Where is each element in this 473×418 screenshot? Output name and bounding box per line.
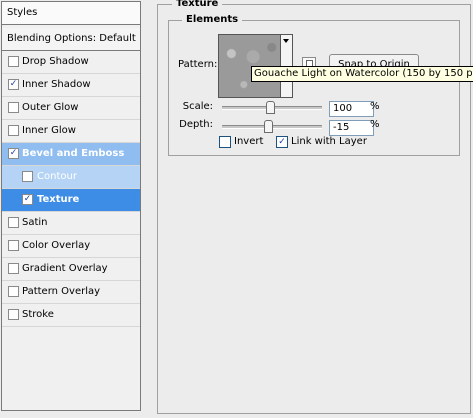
- color-overlay-checkbox[interactable]: [8, 240, 19, 251]
- scale-slider[interactable]: [222, 101, 322, 114]
- style-item-gradient-overlay[interactable]: Gradient Overlay: [2, 258, 140, 281]
- style-item-color-overlay[interactable]: Color Overlay: [2, 235, 140, 258]
- style-item-label: Outer Glow: [22, 102, 79, 113]
- depth-slider-thumb[interactable]: [264, 120, 273, 133]
- style-item-label: Contour: [37, 171, 77, 182]
- style-item-label: Inner Shadow: [22, 79, 91, 90]
- depth-slider[interactable]: [222, 120, 322, 133]
- outer-glow-checkbox[interactable]: [8, 102, 19, 113]
- style-item-label: Bevel and Emboss: [22, 148, 125, 159]
- style-item-inner-glow[interactable]: Inner Glow: [2, 120, 140, 143]
- bevel-and-emboss-checkbox[interactable]: ✓: [8, 148, 19, 159]
- style-item-texture[interactable]: ✓ Texture: [2, 189, 140, 212]
- inner-glow-checkbox[interactable]: [8, 125, 19, 136]
- chevron-down-icon: [283, 39, 289, 43]
- style-item-drop-shadow[interactable]: Drop Shadow: [2, 51, 140, 74]
- style-item-satin[interactable]: Satin: [2, 212, 140, 235]
- style-item-stroke[interactable]: Stroke: [2, 304, 140, 327]
- pattern-label: Pattern:: [178, 59, 218, 70]
- invert-label: Invert: [234, 136, 264, 147]
- styles-header[interactable]: Styles: [2, 2, 140, 25]
- scale-unit: %: [370, 101, 380, 112]
- scale-slider-thumb[interactable]: [266, 101, 275, 114]
- style-item-label: Gradient Overlay: [22, 263, 108, 274]
- link-with-layer-label: Link with Layer: [291, 136, 367, 147]
- elements-group-title: Elements: [182, 14, 243, 25]
- satin-checkbox[interactable]: [8, 217, 19, 228]
- texture-checkbox[interactable]: ✓: [22, 194, 33, 205]
- texture-panel-title: Texture: [172, 0, 223, 9]
- inner-shadow-checkbox[interactable]: ✓: [8, 79, 19, 90]
- gradient-overlay-checkbox[interactable]: [8, 263, 19, 274]
- depth-unit: %: [370, 119, 380, 130]
- styles-list: Styles Blending Options: Default Drop Sh…: [1, 1, 141, 411]
- drop-shadow-checkbox[interactable]: [8, 56, 19, 67]
- pattern-overlay-checkbox[interactable]: [8, 286, 19, 297]
- depth-input[interactable]: -15: [329, 120, 374, 136]
- style-item-outer-glow[interactable]: Outer Glow: [2, 97, 140, 120]
- invert-checkbox[interactable]: [219, 136, 231, 148]
- style-item-label: Texture: [37, 194, 80, 205]
- scale-label: Scale:: [182, 101, 213, 112]
- style-item-label: Color Overlay: [22, 240, 91, 251]
- pattern-tooltip: Gouache Light on Watercolor (150 by 150 …: [251, 66, 473, 82]
- stroke-checkbox[interactable]: [8, 309, 19, 320]
- scale-input[interactable]: 100: [329, 101, 374, 117]
- style-item-label: Stroke: [22, 309, 54, 320]
- contour-checkbox[interactable]: [22, 171, 33, 182]
- link-with-layer-checkbox[interactable]: ✓: [276, 136, 288, 148]
- depth-label: Depth:: [179, 119, 213, 130]
- style-item-inner-shadow[interactable]: ✓ Inner Shadow: [2, 74, 140, 97]
- style-item-contour[interactable]: Contour: [2, 166, 140, 189]
- style-item-label: Satin: [22, 217, 48, 228]
- blending-options-item[interactable]: Blending Options: Default: [2, 28, 140, 51]
- style-item-label: Pattern Overlay: [22, 286, 101, 297]
- style-item-bevel-and-emboss[interactable]: ✓ Bevel and Emboss: [2, 143, 140, 166]
- style-item-label: Drop Shadow: [22, 56, 89, 67]
- style-item-label: Inner Glow: [22, 125, 76, 136]
- style-item-pattern-overlay[interactable]: Pattern Overlay: [2, 281, 140, 304]
